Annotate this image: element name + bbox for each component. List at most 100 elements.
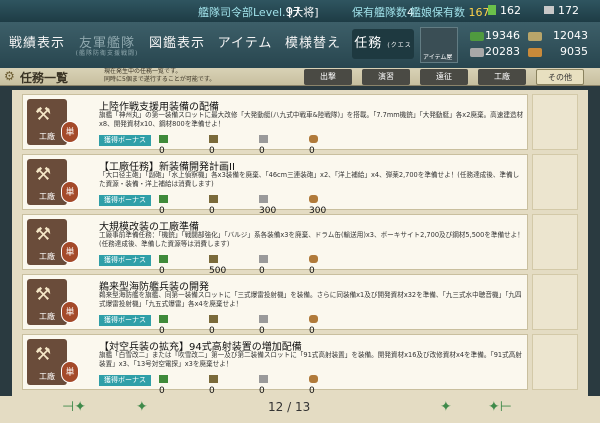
hammer-icon: ⚒ <box>35 344 52 365</box>
bucket-value: 162 <box>500 4 521 17</box>
quest-card[interactable]: ⚒ 工廠 単 【対空兵装の拡充】94式高射装置の増加配備 旗艦「白雪改二」または「… <box>22 334 528 396</box>
steel-icon <box>259 315 268 323</box>
tab-expedition[interactable]: 遠征 <box>420 69 468 85</box>
hq-level: 艦隊司令部Level.97 <box>198 4 301 20</box>
reward-steel: 0 <box>259 375 270 397</box>
nav-friend-fleet-sub: (艦隊防衛支援戦闘) <box>75 50 139 57</box>
devmat-count: 172 <box>544 4 579 17</box>
bonus-label: 獲得ボーナス <box>99 375 151 386</box>
hammer-icon: ⚒ <box>35 224 52 245</box>
reward-fuel: 0 <box>159 375 170 397</box>
quest-list-desc-line2: 同時に5個まで遂行することが可能です。 <box>104 76 216 83</box>
devmat-value: 172 <box>558 4 579 17</box>
rank: [大将] <box>288 6 319 19</box>
quest-list-desc-line1: 現在発生中の任務一覧です。 <box>104 68 182 75</box>
shipgirl-count-label: 艦娘保有数 <box>410 6 465 19</box>
quest-card[interactable]: ⚒ 工廠 単 上陸作戦支援用装備の配備 旗艦「神州丸」の第一装備スロットに最大改修… <box>22 94 528 156</box>
next-page-button[interactable]: ✦ <box>440 399 452 415</box>
reward-ammo-value: 0 <box>209 386 215 396</box>
reward-bauxite-value: 0 <box>309 386 315 396</box>
quest-list: ⚒ 工廠 単 上陸作戦支援用装備の配備 旗艦「神州丸」の第一装備スロットに最大改修… <box>12 90 588 396</box>
ammo-icon <box>209 315 218 323</box>
fuel-value: 19346 <box>485 29 520 42</box>
first-page-button[interactable]: ⊣✦ <box>62 399 86 415</box>
tab-other[interactable]: その他 <box>536 69 584 85</box>
tab-exercise-label: 演習 <box>378 72 394 81</box>
one-time-seal: 単 <box>61 181 79 203</box>
bauxite-icon <box>309 375 318 383</box>
nav-album[interactable]: 図鑑表示 <box>146 29 208 59</box>
steel-icon <box>259 195 268 203</box>
one-time-seal: 単 <box>61 241 79 263</box>
quest-description: 「大口径主砲」「副砲」「水上偵察機」各x3装備を廃棄、「46cm三連装砲」x2、… <box>99 171 520 188</box>
quest-status-slot <box>532 94 578 150</box>
quest-card[interactable]: ⚒ 工廠 単 【工廠任務】新装備開発計画II 「大口径主砲」「副砲」「水上偵察機」… <box>22 154 528 216</box>
ammo-icon <box>528 32 542 41</box>
nav-friend-fleet[interactable]: 友軍艦隊 (艦隊防衛支援戦闘) <box>74 29 140 59</box>
fleet-count: 保有艦隊数4 <box>352 4 414 20</box>
bonus-label: 獲得ボーナス <box>99 315 151 326</box>
hq-level-label: 艦隊司令部Level. <box>198 6 286 19</box>
fleet-count-label: 保有艦隊数 <box>352 6 407 19</box>
page-indicator: 12 / 13 <box>268 400 310 414</box>
one-time-seal: 単 <box>61 301 79 323</box>
pagination: ⊣✦ ✦ 12 / 13 ✦ ✦⊢ <box>0 396 600 423</box>
page-separator: / <box>287 400 292 414</box>
item-shop-label: アイテム屋 <box>423 54 453 61</box>
shipgirl-count-value: 167 <box>468 6 490 19</box>
hammer-icon: ⚒ <box>35 164 52 185</box>
item-shop-button[interactable]: アイテム屋 <box>420 27 458 63</box>
steel-icon <box>259 255 268 263</box>
page-current: 12 <box>268 400 284 414</box>
prev-page-button[interactable]: ✦ <box>136 399 148 415</box>
bucket-count: 162 <box>488 4 521 17</box>
bauxite-value: 9035 <box>560 45 588 58</box>
reward-fuel-value: 0 <box>159 386 165 396</box>
shipgirl-count: 艦娘保有数 167 <box>410 4 490 20</box>
bauxite-icon <box>309 195 318 203</box>
bauxite-icon <box>309 255 318 263</box>
fuel-icon <box>159 135 168 143</box>
quest-status-slot <box>532 334 578 390</box>
fuel-icon <box>159 195 168 203</box>
quest-status-slot <box>532 214 578 270</box>
nav-records[interactable]: 戦績表示 <box>6 29 68 59</box>
quest-status-slot <box>532 274 578 330</box>
last-page-button[interactable]: ✦⊢ <box>488 399 512 415</box>
nav-items-label: アイテム <box>217 36 273 51</box>
bauxite-icon <box>309 315 318 323</box>
main-nav: 戦績表示 友軍艦隊 (艦隊防衛支援戦闘) 図鑑表示 アイテム 模様替え 任務 (ク… <box>0 22 600 81</box>
reward-steel-value: 0 <box>259 386 265 396</box>
quest-list-title: 任務一覧 <box>20 71 69 85</box>
status-bar: 艦隊司令部Level.97 [大将] 保有艦隊数4 艦娘保有数 167 162 … <box>0 0 600 22</box>
hammer-icon: ⚒ <box>35 104 52 125</box>
fuel-icon <box>159 375 168 383</box>
nav-items[interactable]: アイテム <box>214 29 276 59</box>
one-time-seal: 単 <box>61 361 79 383</box>
nav-furniture[interactable]: 模様替え <box>282 29 344 59</box>
page-total: 13 <box>294 400 311 414</box>
tab-arsenal[interactable]: 工廠 <box>478 69 526 85</box>
nav-quests-label: 任務 <box>354 36 383 51</box>
quest-list-header: ⚙ 任務一覧 現在発生中の任務一覧です。 同時に5個まで遂行することが可能です。… <box>0 68 600 86</box>
tab-arsenal-label: 工廠 <box>494 72 510 81</box>
nav-furniture-label: 模様替え <box>284 36 341 51</box>
quest-card[interactable]: ⚒ 工廠 単 鵜来型海防艦兵装の開発 鵜来型海防艦を旗艦、同第一装備スロットに「三… <box>22 274 528 336</box>
bonus-label: 獲得ボーナス <box>99 135 151 146</box>
fuel-icon <box>159 255 168 263</box>
steel-value: 20283 <box>485 45 520 58</box>
bauxite-icon <box>528 48 542 57</box>
nav-records-label: 戦績表示 <box>8 36 65 51</box>
bonus-label: 獲得ボーナス <box>99 195 151 206</box>
tab-exercise[interactable]: 演習 <box>362 69 410 85</box>
quest-card[interactable]: ⚒ 工廠 単 大規模改装の工廠準備 工廠事前準備任務：「機銃」「戦闘部強化」「バル… <box>22 214 528 276</box>
quest-description: 旗艦「神州丸」の第一装備スロットに最大改修「大発動艇(八九式中戦車&陸戦隊)」を… <box>99 111 524 128</box>
nav-album-label: 図鑑表示 <box>148 36 205 51</box>
one-time-seal: 単 <box>61 121 79 143</box>
nav-quests[interactable]: 任務 (クエスト) <box>352 29 414 81</box>
nav-friend-fleet-label: 友軍艦隊 <box>78 36 135 51</box>
devmat-icon <box>544 6 554 14</box>
bucket-icon <box>488 5 496 15</box>
tab-sortie[interactable]: 出撃 <box>304 69 352 85</box>
quest-status-slot <box>532 154 578 210</box>
